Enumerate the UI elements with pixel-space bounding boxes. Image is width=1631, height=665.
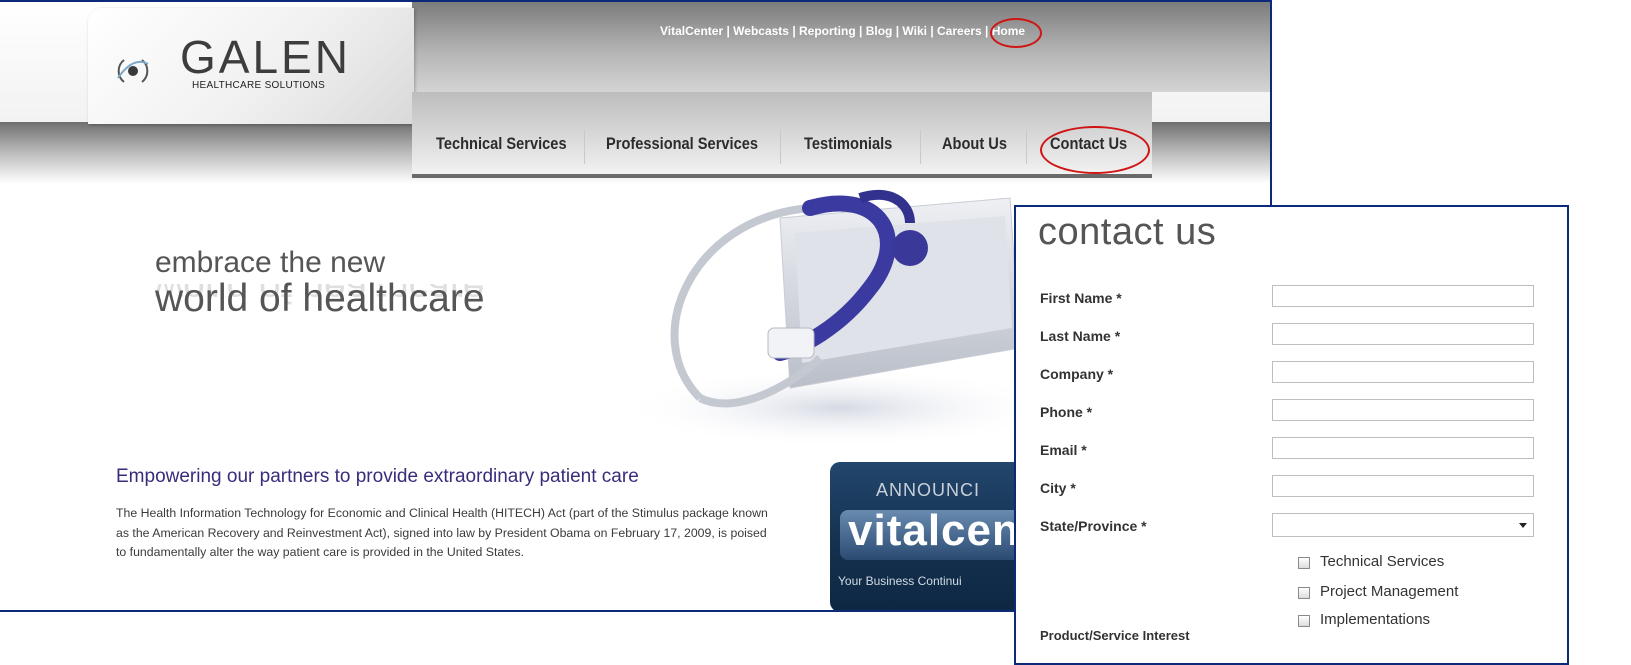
banner-tagline: Your Business Continui xyxy=(838,574,962,588)
contact-form-panel: contact us First Name * Last Name * Comp… xyxy=(1014,205,1569,665)
link-careers[interactable]: Careers xyxy=(937,24,982,38)
checkbox[interactable] xyxy=(1298,587,1310,599)
interest-label: Product/Service Interest xyxy=(1040,628,1190,643)
utility-links: VitalCenter | Webcasts | Reporting | Blo… xyxy=(660,24,1025,38)
interest-implementations: Implementations xyxy=(1320,611,1431,628)
phone-field[interactable] xyxy=(1272,399,1534,421)
link-separator: | xyxy=(926,24,938,38)
interest-project-management: Project Management xyxy=(1320,583,1459,600)
nav-testimonials[interactable]: Testimonials xyxy=(804,134,892,154)
checkbox[interactable] xyxy=(1298,615,1310,627)
contact-title: contact us xyxy=(1038,211,1217,253)
link-reporting[interactable]: Reporting xyxy=(799,24,856,38)
link-separator: | xyxy=(788,24,800,38)
link-separator: | xyxy=(855,24,866,38)
email-field[interactable] xyxy=(1272,437,1534,459)
link-wiki[interactable]: Wiki xyxy=(902,24,927,38)
interest-technical-services: Technical Services xyxy=(1320,553,1445,570)
hero-line-1: embrace the new xyxy=(155,246,386,279)
nav-divider xyxy=(1026,130,1027,164)
link-separator: | xyxy=(723,24,734,38)
first-name-label: First Name * xyxy=(1040,290,1122,306)
contact-highlight-circle xyxy=(1040,126,1150,174)
wiki-highlight-circle xyxy=(990,18,1042,48)
logo-subtitle: HEALTHCARE SOLUTIONS xyxy=(192,80,326,91)
link-vitalcenter[interactable]: VitalCenter xyxy=(660,24,723,38)
city-label: City * xyxy=(1040,480,1076,496)
frame-bottom-border xyxy=(0,610,1020,612)
section-body: The Health Information Technology for Ec… xyxy=(116,506,768,559)
nav-divider xyxy=(920,130,921,164)
city-field[interactable] xyxy=(1272,475,1534,497)
company-label: Company * xyxy=(1040,366,1114,382)
section-headline: Empowering our partners to provide extra… xyxy=(116,466,639,487)
stethoscope-image xyxy=(620,189,1020,448)
company-field[interactable] xyxy=(1272,361,1534,383)
last-name-label: Last Name * xyxy=(1040,328,1121,344)
phone-label: Phone * xyxy=(1040,404,1093,420)
checkbox[interactable] xyxy=(1298,557,1310,569)
chevron-down-icon xyxy=(1519,523,1527,528)
nav-divider xyxy=(780,130,781,164)
last-name-field[interactable] xyxy=(1272,323,1534,345)
nav-technical-services[interactable]: Technical Services xyxy=(436,134,567,154)
first-name-field[interactable] xyxy=(1272,285,1534,307)
hero-reflection: world of healthcare xyxy=(155,284,485,310)
banner-wordmark: vitalcen xyxy=(848,506,1020,555)
state-label: State/Province * xyxy=(1040,518,1147,534)
banner-announce: ANNOUNCI xyxy=(876,480,981,500)
nav-professional-services[interactable]: Professional Services xyxy=(606,134,758,154)
logo-mark-icon xyxy=(117,59,149,83)
link-webcasts[interactable]: Webcasts xyxy=(733,24,789,38)
nav-about-us[interactable]: About Us xyxy=(942,134,1007,154)
logo[interactable]: GALEN HEALTHCARE SOLUTIONS xyxy=(88,8,414,124)
state-select[interactable] xyxy=(1272,513,1534,537)
main-nav: Technical Services Professional Services… xyxy=(412,92,1152,178)
email-label: Email * xyxy=(1040,442,1087,458)
link-blog[interactable]: Blog xyxy=(866,24,893,38)
vitalcenter-banner[interactable]: ANNOUNCI vitalcen Your Business Continui xyxy=(830,462,1030,612)
link-separator: | xyxy=(892,24,903,38)
logo-wordmark: GALEN xyxy=(180,31,351,83)
nav-divider xyxy=(584,130,585,164)
header-gradient xyxy=(412,2,1270,92)
